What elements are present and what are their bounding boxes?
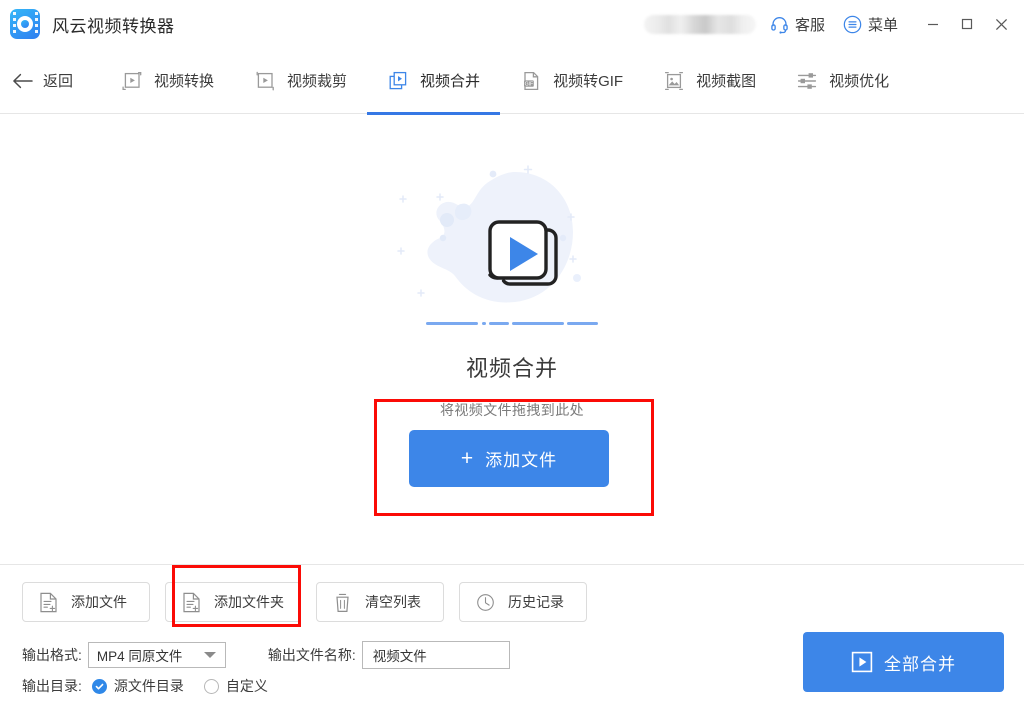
radio-unselected-icon xyxy=(203,678,219,694)
tab-label: 视频优化 xyxy=(829,73,890,90)
toolbar-button-label: 添加文件夹 xyxy=(214,594,284,610)
output-format-value: MP4 同原文件 xyxy=(96,649,183,664)
plus-icon: + xyxy=(460,447,475,470)
folder-add-icon xyxy=(183,592,200,612)
toolbar-button-label: 清空列表 xyxy=(365,594,421,610)
menu-label: 菜单 xyxy=(867,16,898,34)
sliders-icon xyxy=(797,72,817,89)
video-convert-icon xyxy=(122,71,142,90)
add-folder-toolbar-button[interactable]: 添加文件夹 xyxy=(165,582,301,622)
tab-video-merge[interactable]: 视频合并 xyxy=(367,48,501,115)
tab-video-screenshot[interactable]: 视频截图 xyxy=(643,48,776,114)
video-merge-icon xyxy=(389,71,407,89)
add-file-toolbar-button[interactable]: 添加文件 xyxy=(22,582,150,622)
app-title: 风云视频转换器 xyxy=(52,16,175,36)
chevron-down-icon xyxy=(203,652,216,658)
titlebar-right-group: 客服 菜单 xyxy=(643,0,1024,48)
tab-label: 视频裁剪 xyxy=(287,73,348,90)
tab-video-optimize[interactable]: 视频优化 xyxy=(776,48,909,114)
merge-all-button[interactable]: 全部合并 xyxy=(803,632,1004,692)
app-window: 风云视频转换器 客服 菜单 返回 视频转换 视频裁剪 视频合并 GIF 视频转G… xyxy=(0,0,1024,720)
app-logo-film-icon xyxy=(10,9,40,39)
trash-icon xyxy=(336,593,349,612)
back-label: 返回 xyxy=(43,73,74,90)
close-icon xyxy=(995,18,1007,30)
minimize-button[interactable] xyxy=(916,0,950,48)
tab-video-convert[interactable]: 视频转换 xyxy=(101,48,234,114)
output-format-select[interactable]: MP4 同原文件 xyxy=(87,642,226,668)
tab-label: 视频转换 xyxy=(154,73,215,90)
customer-service-button[interactable]: 客服 xyxy=(770,14,825,35)
close-button[interactable] xyxy=(984,0,1018,48)
output-dir-option-source[interactable]: 源文件目录 xyxy=(91,676,184,696)
tab-label: 视频转GIF xyxy=(553,73,624,90)
radio-label: 源文件目录 xyxy=(113,678,184,694)
history-button[interactable]: 历史记录 xyxy=(459,582,587,622)
arrow-left-icon xyxy=(13,73,33,88)
maximize-button[interactable] xyxy=(950,0,984,48)
minimize-icon xyxy=(928,23,938,26)
tab-label: 视频合并 xyxy=(420,73,481,90)
file-add-icon xyxy=(40,592,57,612)
add-file-label: 添加文件 xyxy=(485,451,558,470)
tab-video-to-gif[interactable]: GIF 视频转GIF xyxy=(500,48,643,114)
svg-text:GIF: GIF xyxy=(525,81,534,87)
stacked-video-play-icon xyxy=(397,160,627,320)
user-badge-redacted[interactable] xyxy=(643,14,756,34)
back-button[interactable]: 返回 xyxy=(12,70,73,91)
clear-list-button[interactable]: 清空列表 xyxy=(316,582,444,622)
output-filename-group: 输出文件名称: xyxy=(268,641,510,669)
play-square-icon xyxy=(851,651,873,673)
output-format-row: 输出格式: MP4 同原文件 输出文件名称: xyxy=(22,641,510,669)
menu-button[interactable]: 菜单 xyxy=(843,14,898,35)
tab-video-crop[interactable]: 视频裁剪 xyxy=(234,48,367,114)
screenshot-icon xyxy=(665,71,684,90)
list-menu-icon xyxy=(843,15,862,33)
toolbar-button-label: 添加文件 xyxy=(71,594,127,610)
headset-icon xyxy=(771,16,788,34)
merge-all-label: 全部合并 xyxy=(884,654,956,674)
radio-selected-icon xyxy=(91,678,107,694)
video-crop-icon xyxy=(256,71,274,90)
divider-dashed xyxy=(426,322,598,325)
gif-icon: GIF xyxy=(524,71,539,90)
file-toolbar: 添加文件 添加文件夹 清空列表 历史记录 xyxy=(22,582,587,622)
output-directory-row: 输出目录: 源文件目录 自定义 xyxy=(22,676,268,696)
output-directory-label: 输出目录: xyxy=(22,678,82,694)
toolbar-button-label: 历史记录 xyxy=(508,594,564,610)
page-title: 视频合并 xyxy=(465,356,558,381)
output-dir-option-custom[interactable]: 自定义 xyxy=(203,676,268,696)
add-file-button[interactable]: + 添加文件 xyxy=(409,430,609,487)
radio-label: 自定义 xyxy=(225,678,268,694)
navigation-bar: 返回 视频转换 视频裁剪 视频合并 GIF 视频转GIF 视频截图 视频优化 xyxy=(0,48,1024,115)
output-filename-input[interactable] xyxy=(361,641,510,669)
output-filename-label: 输出文件名称: xyxy=(267,647,356,663)
title-bar: 风云视频转换器 客服 菜单 xyxy=(0,0,1024,48)
tab-label: 视频截图 xyxy=(696,73,757,90)
customer-service-label: 客服 xyxy=(794,16,825,34)
output-format-label: 输出格式: xyxy=(22,647,82,663)
maximize-icon xyxy=(961,18,973,30)
clock-icon xyxy=(477,593,494,611)
